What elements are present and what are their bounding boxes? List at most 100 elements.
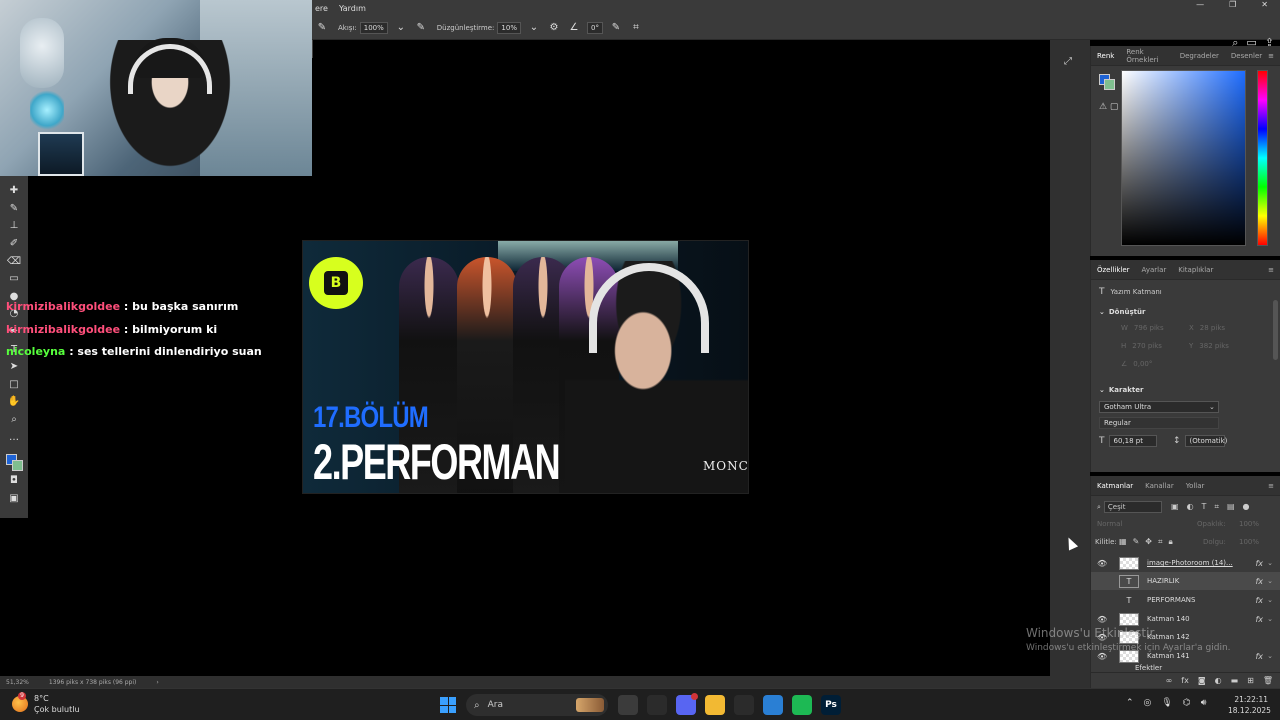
add-style-icon[interactable]: fx — [1181, 676, 1189, 685]
start-button[interactable] — [440, 697, 456, 713]
color-swatches[interactable] — [4, 452, 24, 472]
rectangle-icon[interactable]: □ — [5, 377, 23, 391]
angle-field[interactable]: 0° — [586, 21, 603, 34]
folder-app[interactable] — [705, 695, 725, 715]
tab-layers[interactable]: Katmanlar — [1097, 482, 1133, 490]
layer-row[interactable]: 👁︎ image-Photoroom (14)... fx ⌄ — [1091, 554, 1280, 572]
x-field[interactable]: X 28 piks — [1189, 324, 1225, 332]
discord-app[interactable] — [676, 693, 698, 715]
zoom-level[interactable]: 51,32% — [6, 679, 29, 686]
smart-object-filter-icon[interactable]: ▤ — [1227, 502, 1235, 512]
background-color-swatch[interactable] — [12, 459, 23, 471]
properties-scrollbar[interactable] — [1273, 300, 1278, 360]
tab-patterns[interactable]: Desenler — [1231, 52, 1262, 60]
github-app[interactable] — [734, 695, 754, 715]
chevron-down-icon[interactable]: ⌄ — [1267, 559, 1273, 567]
chevron-down-icon[interactable]: ⌄ — [1267, 652, 1273, 660]
panel-menu-icon[interactable]: ≡ — [1268, 266, 1274, 274]
tab-channels[interactable]: Kanallar — [1145, 482, 1174, 490]
flow-field[interactable]: 100% — [359, 21, 388, 34]
layer-filter-select[interactable]: ⌕ Çeşit — [1097, 501, 1162, 513]
layer-row[interactable]: T PERFORMANS fx ⌄ — [1091, 591, 1280, 609]
pixel-filter-icon[interactable]: ▣ — [1171, 502, 1179, 512]
gear-icon[interactable]: ⚙ — [548, 22, 560, 34]
menu-item-edit[interactable]: ere — [315, 4, 328, 13]
layer-row[interactable]: T HAZIRLIK fx ⌄ — [1091, 572, 1280, 590]
eraser-icon[interactable]: ⌫ — [5, 254, 23, 268]
leading-field[interactable]: ↕ (Otomatik) — [1173, 435, 1227, 447]
type-filter-icon[interactable]: T — [1202, 502, 1207, 512]
photoshop-app[interactable]: Ps — [821, 695, 841, 715]
chevron-down-icon[interactable]: ⌄ — [1267, 615, 1273, 623]
quick-mask-icon[interactable]: ◘ — [5, 474, 23, 488]
smoothing-field[interactable]: 10% — [497, 21, 521, 34]
pressure-size-icon[interactable]: ✎ — [610, 22, 622, 34]
fx-icon[interactable]: fx — [1255, 577, 1263, 586]
zoom-icon[interactable]: ⌕ — [5, 413, 23, 427]
more-tools-icon[interactable]: … — [5, 430, 23, 444]
chevron-up-icon[interactable]: ⌃ — [1126, 698, 1134, 708]
lock-transparency-icon[interactable]: ▦ — [1119, 537, 1127, 547]
chevron-down-icon[interactable]: ⌄ — [528, 22, 540, 34]
eye-icon[interactable]: 👁︎ — [1097, 615, 1109, 624]
brush-pressure-icon[interactable]: ✎ — [316, 22, 328, 34]
volume-icon[interactable]: 🔊︎ — [1201, 698, 1207, 708]
minimize-button[interactable]: — — [1196, 0, 1204, 9]
shape-filter-icon[interactable]: ⌗ — [1214, 502, 1219, 512]
restore-button[interactable]: ❐ — [1229, 0, 1236, 9]
tab-color[interactable]: Renk — [1097, 52, 1114, 60]
fill-value[interactable]: 100% — [1239, 538, 1259, 546]
lock-position-icon[interactable]: ✥ — [1145, 537, 1152, 547]
chevron-down-icon[interactable]: ⌄ — [1267, 596, 1273, 604]
trash-icon[interactable]: 🗑︎ — [1263, 676, 1273, 685]
panel-menu-icon[interactable]: ≡ — [1268, 482, 1274, 490]
adjustment-layer-icon[interactable]: ◐ — [1215, 676, 1222, 685]
tab-adjustments[interactable]: Ayarlar — [1142, 266, 1167, 274]
lock-all-icon[interactable]: 🔒︎ — [1168, 537, 1172, 547]
chrome-app[interactable] — [647, 695, 667, 715]
gradient-icon[interactable]: ▭ — [5, 272, 23, 286]
eye-icon[interactable]: 👁︎ — [1097, 559, 1109, 568]
photos-app[interactable] — [763, 695, 783, 715]
transform-section[interactable]: ⌄ Dönüştür — [1099, 308, 1145, 316]
blend-mode-select[interactable]: Normal — [1097, 520, 1122, 528]
new-group-icon[interactable]: ▬ — [1231, 676, 1239, 685]
file-explorer-app[interactable] — [618, 695, 638, 715]
network-icon[interactable]: ⌬ — [1183, 698, 1191, 708]
show-desktop-button[interactable] — [1272, 695, 1278, 715]
background-color-swatch[interactable] — [1104, 79, 1115, 90]
history-brush-icon[interactable]: ✐ — [5, 237, 23, 251]
fx-icon[interactable]: fx — [1255, 652, 1263, 661]
brush-icon[interactable]: ✎ — [5, 201, 23, 215]
new-layer-icon[interactable]: ⊞ — [1247, 676, 1254, 685]
font-size-field[interactable]: T 60,18 pt — [1099, 435, 1157, 447]
opacity-value[interactable]: 100% — [1239, 520, 1259, 528]
symmetry-icon[interactable]: ⌗ — [630, 22, 642, 34]
w-field[interactable]: W 796 piks — [1121, 324, 1164, 332]
close-button[interactable]: ✕ — [1261, 0, 1268, 9]
canvas-document[interactable]: B 17.BÖLÜM 2.PERFORMAN MONCLE — [302, 240, 749, 494]
tab-gradients[interactable]: Degradeler — [1180, 52, 1219, 60]
clone-stamp-icon[interactable]: ⊥ — [5, 219, 23, 233]
font-family-select[interactable]: Gotham Ultra ⌄ — [1099, 401, 1219, 413]
tab-paths[interactable]: Yollar — [1186, 482, 1205, 490]
microphone-icon[interactable]: 🎙︎ — [1161, 698, 1172, 708]
healing-brush-icon[interactable]: ✚ — [5, 184, 23, 198]
layer-effects-row[interactable]: Efektler — [1091, 664, 1280, 672]
link-layers-icon[interactable]: ∞ — [1166, 676, 1173, 685]
filter-toggle-icon[interactable]: ● — [1243, 502, 1250, 512]
panel-menu-icon[interactable]: ≡ — [1268, 52, 1274, 60]
fx-icon[interactable]: fx — [1255, 615, 1263, 624]
hand-icon[interactable]: ✋ — [5, 395, 23, 409]
font-style-select[interactable]: Regular — [1099, 417, 1219, 429]
add-mask-icon[interactable]: ◙ — [1198, 676, 1206, 685]
chevron-right-icon[interactable]: › — [156, 679, 158, 686]
tab-libraries[interactable]: Kitaplıklar — [1178, 266, 1213, 274]
spotify-app[interactable] — [792, 695, 812, 715]
angle-field[interactable]: ∠ 0,00° — [1121, 360, 1152, 368]
lock-pixels-icon[interactable]: ✎ — [1133, 537, 1140, 547]
chevron-down-icon[interactable]: ⌄ — [1267, 577, 1273, 585]
tab-swatches[interactable]: Renk Örnekleri — [1126, 48, 1167, 64]
color-field[interactable] — [1121, 70, 1246, 246]
taskbar-search[interactable]: ⌕ Ara — [466, 694, 608, 716]
